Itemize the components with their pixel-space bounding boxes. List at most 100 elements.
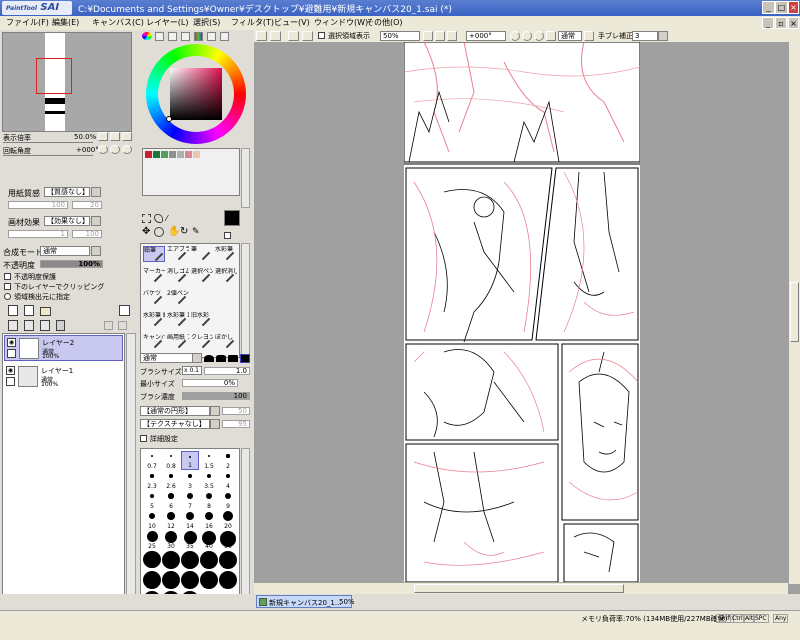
doc-restore-button[interactable]: ▫ (775, 17, 787, 29)
paper-effect-select[interactable]: 【効果なし】 (44, 216, 90, 226)
layer-row[interactable]: ◉ レイヤー1 通常 100% (4, 364, 123, 390)
zoom-out-button[interactable] (98, 132, 108, 141)
merge-down-icon[interactable] (24, 320, 34, 331)
tool-2[interactable]: 筆 (191, 246, 213, 262)
layer-row-selected[interactable]: ◉ レイヤー2 通常 100% (4, 335, 123, 361)
tool-18[interactable]: クレヨン (191, 334, 213, 350)
rotate-icon[interactable]: ↻ (180, 227, 190, 237)
eye-icon[interactable]: ◉ (7, 338, 16, 347)
tool-7[interactable]: 選択消し (215, 268, 237, 284)
brush-size-preset[interactable]: 14 (181, 511, 199, 530)
invert-selection-button[interactable] (302, 31, 313, 41)
paper-texture-scale[interactable]: 100 (8, 201, 68, 209)
brush-texture-select[interactable]: 【テクスチャなし】 (140, 419, 210, 429)
navigator-viewport[interactable] (36, 58, 72, 94)
paper-effect-width[interactable]: 1 (8, 230, 68, 238)
zoom-icon[interactable] (154, 227, 164, 237)
menu-other[interactable]: その他(O) (366, 17, 403, 28)
tool-3[interactable]: 水彩筆 (215, 246, 237, 262)
color-picker-cursor[interactable] (166, 116, 172, 122)
pen-lock-icon[interactable] (6, 377, 15, 386)
zoom-select[interactable]: 50% (380, 31, 420, 41)
min-size-slider[interactable]: 0% (182, 379, 238, 387)
paper-effect-strength[interactable]: 100 (72, 230, 102, 238)
brush-size-preset[interactable]: 35 (181, 531, 199, 550)
brush-size-preset[interactable]: 9 (219, 491, 237, 510)
brush-size-preset[interactable]: 2 (219, 451, 237, 470)
layer-scrollbar[interactable] (126, 333, 136, 608)
tool-19[interactable]: ぼかし (215, 334, 237, 350)
chevron-down-icon[interactable] (192, 353, 202, 363)
brush-texture-strength[interactable]: 95 (222, 420, 250, 428)
brush-shape-select[interactable]: 【通常の円形】 (140, 406, 210, 416)
chevron-down-icon[interactable] (91, 187, 101, 197)
new-set-layer-icon[interactable] (24, 305, 34, 316)
brush-size-preset[interactable]: 1.5 (200, 451, 218, 470)
swatch-0[interactable] (145, 151, 152, 158)
swatch-6[interactable] (193, 151, 200, 158)
swatch-5[interactable] (185, 151, 192, 158)
maximize-button[interactable]: □ (775, 1, 788, 14)
minimize-button[interactable]: _ (762, 1, 775, 14)
pen-lock-icon[interactable] (7, 349, 16, 358)
brush-size-preset[interactable]: 4 (219, 471, 237, 490)
mixer-icon[interactable] (194, 32, 203, 41)
brush-size-preset[interactable]: 200 (162, 571, 180, 590)
brush-size-preset[interactable]: 10 (143, 511, 161, 530)
tool-15[interactable] (215, 312, 237, 328)
brush-size-preset[interactable]: 25 (143, 531, 161, 550)
zoom-out-button[interactable] (423, 31, 433, 41)
rotate-reset-button[interactable] (534, 31, 544, 41)
menu-view[interactable]: ビュー(V) (274, 17, 310, 28)
edge-hardness-1[interactable] (204, 355, 214, 362)
trash-icon[interactable] (56, 320, 65, 331)
zoom-reset-button[interactable] (122, 132, 132, 141)
tool-11[interactable] (215, 290, 237, 306)
paper-texture-strength[interactable]: 20 (72, 201, 102, 209)
vertical-scroll-thumb[interactable] (790, 282, 799, 342)
deselect-button[interactable] (288, 31, 299, 41)
move-icon[interactable]: ✥ (142, 227, 152, 237)
swatch-3[interactable] (169, 151, 176, 158)
hand-icon[interactable]: ✋ (168, 227, 180, 237)
canvas-vertical-scrollbar[interactable] (788, 42, 800, 584)
preserve-opacity-checkbox[interactable] (4, 273, 11, 280)
scratch-pad-icon[interactable] (207, 32, 216, 41)
brush-size-preset[interactable]: 70 (162, 551, 180, 570)
foreground-color[interactable] (224, 210, 240, 226)
swatch-scrollbar[interactable] (241, 148, 250, 208)
brush-size-preset[interactable]: 7 (181, 491, 199, 510)
rotate-left-button[interactable] (98, 145, 108, 154)
brush-size-multiplier[interactable]: x 0.1 (182, 366, 202, 375)
marquee-icon[interactable] (142, 214, 151, 223)
lasso-icon[interactable] (154, 214, 163, 223)
paper-texture-select[interactable]: 【質感なし】 (44, 187, 90, 197)
edge-hardness-3[interactable] (228, 355, 238, 362)
brush-size-preset[interactable]: 40 (200, 531, 218, 550)
opacity-slider[interactable]: 100% (40, 260, 103, 268)
flip-button[interactable] (546, 31, 556, 41)
selection-source-radio[interactable] (4, 293, 11, 300)
tool-8[interactable]: バケツ (143, 290, 165, 306)
swatch-mode-icon[interactable] (220, 32, 229, 41)
hsv-slider-icon[interactable] (168, 32, 177, 41)
chevron-down-icon[interactable] (210, 419, 220, 429)
brush-size-preset[interactable]: 8 (200, 491, 218, 510)
blend-mode-select[interactable]: 通常 (40, 246, 90, 256)
zoom-in-button[interactable] (110, 132, 120, 141)
navigator-preview[interactable] (2, 32, 132, 132)
tool-17[interactable]: 画用紙 アクリル (167, 334, 189, 350)
rgb-slider-icon[interactable] (155, 32, 164, 41)
tool-4[interactable]: マーカー (143, 268, 165, 284)
tool-13[interactable]: 水彩筆 1筆 (167, 312, 189, 328)
edge-hardness-2[interactable] (216, 355, 226, 362)
folder-icon[interactable] (40, 307, 51, 316)
zoom-slider[interactable] (3, 142, 93, 143)
brush-size-preset[interactable]: 60 (143, 551, 161, 570)
tool-5[interactable]: 消しゴム (167, 268, 189, 284)
swatch-1[interactable] (153, 151, 160, 158)
clipping-checkbox[interactable] (4, 283, 11, 290)
chevron-down-icon[interactable] (91, 246, 101, 256)
brush-size-preset[interactable]: 300 (200, 571, 218, 590)
brush-size-preset[interactable]: 1 (181, 451, 199, 470)
